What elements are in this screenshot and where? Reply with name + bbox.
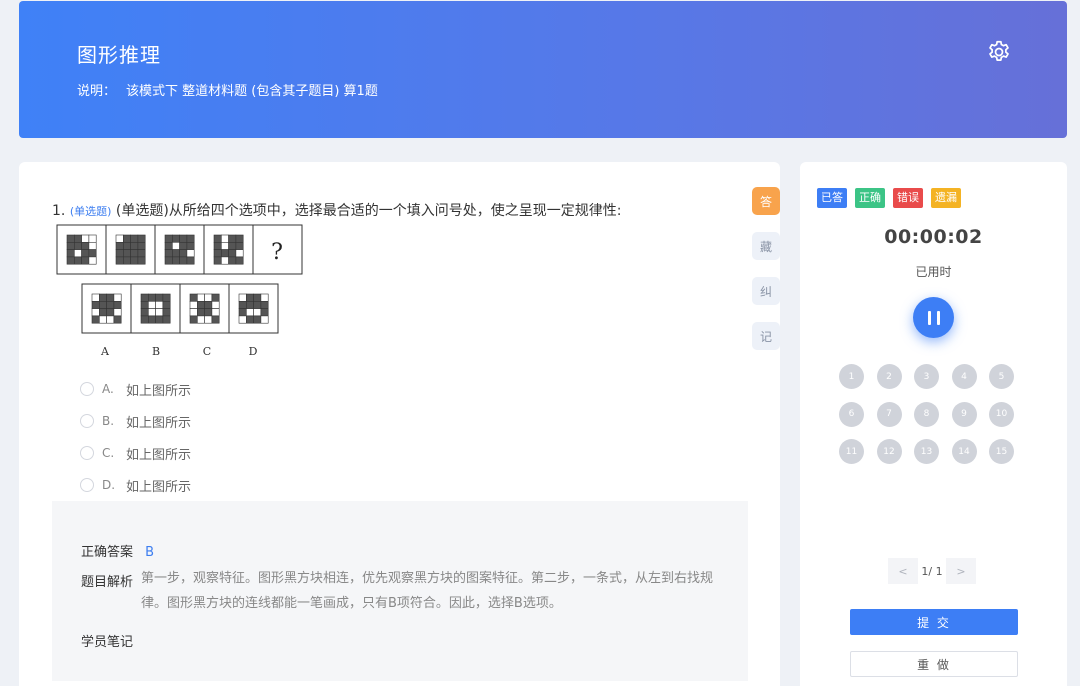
figure-tile (66, 234, 97, 265)
radio-button[interactable] (80, 478, 94, 492)
radio-button[interactable] (80, 446, 94, 460)
question-title: 1. (单选题) (单选题)从所给四个选项中，选择最合适的一个填入问号处，使之呈… (52, 200, 622, 220)
option-letter: A. (102, 382, 114, 396)
option-c[interactable]: C. 如上图所示 (80, 437, 191, 469)
page-title: 图形推理 (77, 43, 161, 67)
figure-tile (238, 293, 269, 324)
gear-icon[interactable] (986, 39, 1012, 65)
option-letter: C. (102, 446, 115, 460)
question-number-button[interactable]: 6 (839, 401, 864, 427)
description-text: 该模式下 整道材料题 (包含其子题目) 算1题 (126, 84, 378, 99)
question-text: (单选题)从所给四个选项中，选择最合适的一个填入问号处，使之呈现一定规律性: (115, 203, 622, 219)
analysis-row: 题目解析 第一步，观察特征。图形黑方块相连，优先观察黑方块的图案特征。第二步，一… (81, 571, 731, 616)
tab-note[interactable]: 记 (752, 322, 780, 350)
radio-button[interactable] (80, 382, 94, 396)
option-text: 如上图所示 (126, 479, 192, 495)
page-header: 图形推理 说明： 该模式下 整道材料题 (包含其子题目) 算1题 (19, 1, 1067, 138)
correct-answer-label: 正确答案 (81, 545, 134, 560)
figure-tile (189, 293, 220, 324)
question-number-button[interactable]: 14 (951, 439, 977, 464)
radio-button[interactable] (80, 414, 94, 428)
option-text: 如上图所示 (126, 447, 192, 463)
option-b[interactable]: B. 如上图所示 (80, 405, 191, 437)
question-number-button[interactable]: 12 (876, 439, 902, 464)
option-letter: B. (102, 414, 115, 428)
option-d[interactable]: D. 如上图所示 (80, 469, 191, 501)
question-number-grid: 1 2 3 4 5 6 7 8 9 10 11 12 13 14 15 (839, 364, 1014, 464)
next-page-button[interactable]: > (946, 558, 976, 584)
question-number-button[interactable]: 11 (839, 439, 864, 464)
figure-label-a: A (100, 345, 110, 358)
legend-answered: 已答 (817, 188, 847, 208)
figure-tile (91, 293, 122, 324)
figure-label-b: B (152, 345, 160, 358)
tab-collect[interactable]: 藏 (752, 232, 780, 260)
answer-options: A. 如上图所示 B. 如上图所示 C. 如上图所示 D. 如上图所示 (80, 373, 191, 501)
student-notes-row: 学员笔记 (81, 631, 141, 650)
mode-description: 说明： 该模式下 整道材料题 (包含其子题目) 算1题 (77, 80, 388, 99)
question-number-button[interactable]: 9 (951, 401, 977, 427)
question-figure: ? A B C D (56, 224, 303, 358)
correct-answer-row: 正确答案 B (81, 541, 154, 560)
option-a[interactable]: A. 如上图所示 (80, 373, 191, 405)
timer-label: 已用时 (915, 265, 952, 279)
figure-tile (213, 234, 244, 265)
question-number-button[interactable]: 2 (876, 364, 902, 389)
option-text: 如上图所示 (126, 383, 192, 399)
analysis-label: 题目解析 (81, 575, 134, 590)
prev-page-button[interactable]: < (888, 558, 918, 584)
answer-sheet-panel: 已答 正确 错误 遗漏 00:00:02 已用时 1 2 3 4 5 6 7 8… (800, 162, 1067, 686)
option-text: 如上图所示 (126, 415, 192, 431)
question-type-tag: (单选题) (69, 205, 112, 218)
question-number-button[interactable]: 4 (951, 364, 977, 389)
question-number-button[interactable]: 15 (989, 439, 1014, 464)
side-tabs: 答 藏 纠 记 (752, 187, 780, 367)
analysis-text: 第一步，观察特征。图形黑方块相连，优先观察黑方块的图案特征。第二步，一条式，从左… (141, 571, 714, 611)
question-number-button[interactable]: 8 (914, 401, 939, 427)
question-card: 1. (单选题) (单选题)从所给四个选项中，选择最合适的一个填入问号处，使之呈… (19, 162, 780, 686)
tab-answer[interactable]: 答 (752, 187, 780, 215)
redo-button[interactable]: 重 做 (850, 651, 1018, 677)
option-letter: D. (102, 478, 116, 492)
figure-label-d: D (249, 345, 258, 358)
tab-correct-error[interactable]: 纠 (752, 277, 780, 305)
legend-correct: 正确 (855, 188, 885, 208)
student-notes-label: 学员笔记 (81, 635, 134, 650)
description-label: 说明： (77, 84, 117, 99)
question-number-button[interactable]: 1 (839, 364, 864, 389)
legend-missed: 遗漏 (931, 188, 961, 208)
question-number-button[interactable]: 10 (989, 401, 1014, 427)
status-legend: 已答 正确 错误 遗漏 (817, 188, 961, 208)
figure-tile (140, 293, 171, 324)
figure-tile (164, 234, 195, 265)
question-mark: ? (271, 240, 283, 265)
page-indicator: 1/ 1 (921, 564, 943, 578)
pause-button[interactable] (913, 297, 954, 338)
question-number-button[interactable]: 5 (989, 364, 1014, 389)
figure-tile (115, 234, 146, 265)
pause-icon (927, 310, 931, 325)
question-number-button[interactable]: 3 (914, 364, 939, 389)
submit-button[interactable]: 提 交 (850, 609, 1018, 635)
answer-analysis-box: 正确答案 B 题目解析 第一步，观察特征。图形黑方块相连，优先观察黑方块的图案特… (52, 501, 748, 681)
correct-answer-value: B (145, 545, 155, 560)
legend-wrong: 错误 (893, 188, 923, 208)
question-number-button[interactable]: 13 (914, 439, 939, 464)
question-number: 1. (52, 203, 66, 219)
elapsed-timer: 00:00:02 (884, 226, 983, 248)
question-number-button[interactable]: 7 (876, 401, 902, 427)
figure-label-c: C (203, 345, 211, 358)
pagination: < 1/ 1 > (888, 558, 976, 584)
